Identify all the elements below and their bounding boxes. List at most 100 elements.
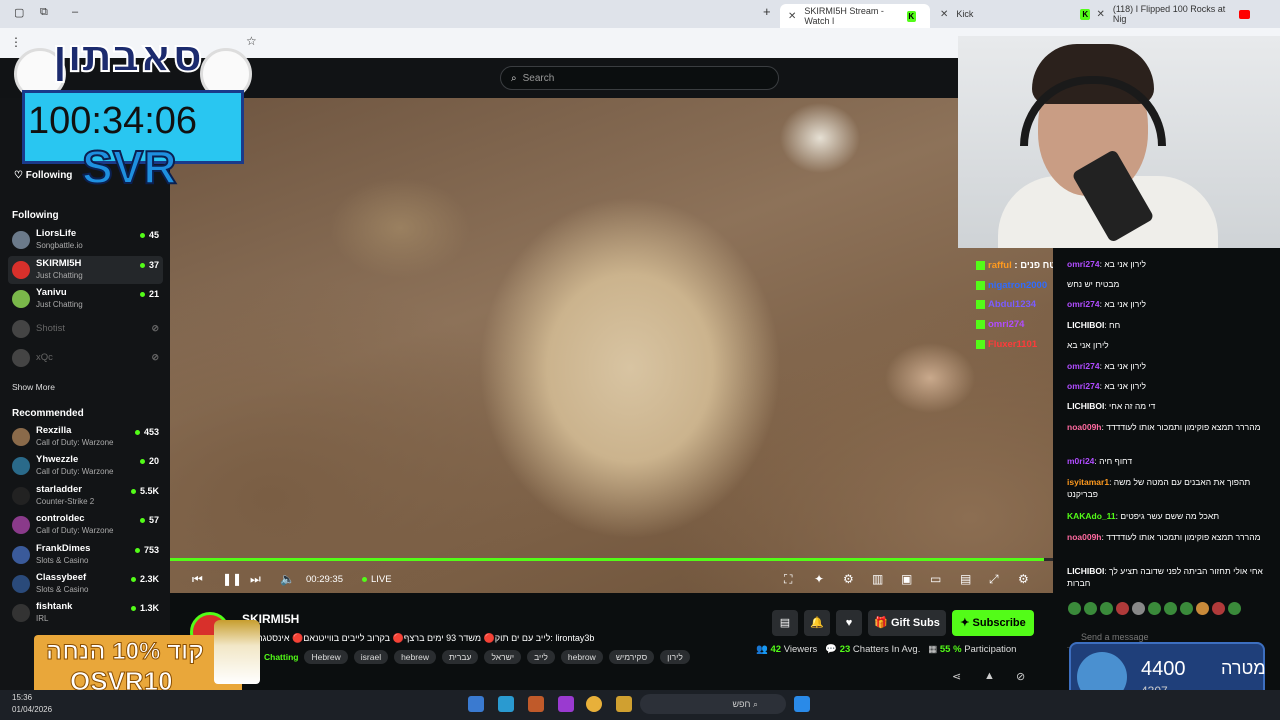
chat-username[interactable]: isyitamar1 xyxy=(1067,477,1109,487)
tag[interactable]: סקירמיש xyxy=(608,650,655,664)
sidebar-item-fishtank[interactable]: fishtank IRL 1.3K xyxy=(8,599,163,627)
kick-tab-icon: K xyxy=(1080,8,1091,20)
tag[interactable]: ישראל xyxy=(484,650,522,664)
miniplayer-icon[interactable]: ▤ xyxy=(960,572,971,586)
pip-icon[interactable]: ▣ xyxy=(901,572,912,586)
tag[interactable]: Hebrew xyxy=(304,650,348,664)
chat-username[interactable]: KAKAdo_11 xyxy=(1067,511,1116,521)
fullscreen-icon[interactable]: ⤢ xyxy=(989,572,999,587)
sidebar-item-yhwezzle[interactable]: Yhwezzle Call of Duty: Warzone 20 xyxy=(8,452,163,480)
tag[interactable]: עברית xyxy=(441,650,479,664)
chat-message: noa009h: מהררר תמצא פוקימון ותמכור אותו … xyxy=(1067,422,1261,432)
chat-username[interactable]: omri274 xyxy=(1067,299,1100,309)
forward-icon[interactable]: ⏭ xyxy=(250,572,261,587)
sidebar-item-controldec[interactable]: controldec Call of Duty: Warzone 57 xyxy=(8,511,163,539)
close-tab-icon[interactable]: ✕ xyxy=(940,9,948,20)
following-nav[interactable]: ♡ Following xyxy=(14,170,72,181)
minimize-icon[interactable]: – xyxy=(72,6,78,18)
window-icon[interactable]: ▢ xyxy=(14,6,24,19)
star-icon: ✦ xyxy=(960,617,973,629)
viewer-count: 2.3K xyxy=(131,574,159,584)
mute-icon[interactable]: ⊘ xyxy=(1016,670,1025,683)
follow-button[interactable]: ♥ xyxy=(836,610,862,636)
gift-subs-button[interactable]: 🎁 Gift Subs xyxy=(868,610,946,636)
chat-username[interactable]: noa009h xyxy=(1067,532,1102,542)
following-label: Following xyxy=(25,170,73,181)
sidebar-item-yanivu[interactable]: Yanivu Just Chatting 21 xyxy=(8,285,163,313)
folder-icon[interactable] xyxy=(616,696,632,712)
avatar xyxy=(12,320,30,338)
avatar xyxy=(12,575,30,593)
tag[interactable]: hebrew xyxy=(394,650,436,664)
sidebar-item-frankdimes[interactable]: FrankDimes Slots & Casino 753 xyxy=(8,541,163,569)
close-tab-icon[interactable]: ✕ xyxy=(1096,9,1104,20)
sidebar-item-starladder[interactable]: starladder Counter-Strike 2 5.5K xyxy=(8,482,163,510)
chrome-icon[interactable] xyxy=(586,696,602,712)
notes-icon: ▤ xyxy=(779,617,791,629)
show-more-link[interactable]: Show More xyxy=(12,382,55,392)
tag[interactable]: לייב xyxy=(527,650,555,664)
chat-username[interactable]: noa009h xyxy=(1067,422,1102,432)
avatar xyxy=(12,457,30,475)
rewind-icon[interactable]: ⏮ xyxy=(192,572,203,587)
tab-label: SKIRMI5H Stream - Watch l xyxy=(804,6,884,26)
chat-username[interactable]: omri274 xyxy=(1067,381,1100,391)
tab-youtube[interactable]: K ✕ (118) I Flipped 100 Rocks at Nig xyxy=(1080,4,1250,24)
channel-category: Just Chatting xyxy=(36,300,83,309)
sidebar-item-skirmi5h[interactable]: SKIRMI5H Just Chatting 37 xyxy=(8,256,163,284)
search-input[interactable]: ⌕ Search xyxy=(500,66,779,90)
sidebar-item-shotist[interactable]: Shotist ⊘ xyxy=(8,315,163,343)
chat-username[interactable]: omri274 xyxy=(1067,361,1100,371)
viewer-count: 453 xyxy=(135,427,159,437)
sidebar-item-rexzilla[interactable]: Rexzilla Call of Duty: Warzone 453 xyxy=(8,423,163,451)
bell-icon: 🔔 xyxy=(810,617,824,629)
app-icon[interactable] xyxy=(528,696,544,712)
chat-username[interactable]: LICHIBOI xyxy=(1067,566,1104,576)
menu-dots-icon[interactable]: ⋮ xyxy=(10,35,22,49)
close-tab-icon[interactable]: ✕ xyxy=(788,11,796,22)
video-progress-bar[interactable] xyxy=(170,558,1053,561)
offline-icon: ⊘ xyxy=(151,323,159,333)
chat-username[interactable]: m0ri24 xyxy=(1067,456,1094,466)
report-icon[interactable]: ▲ xyxy=(984,670,995,682)
share-icon[interactable]: ⋖ xyxy=(952,670,961,683)
clip-icon[interactable]: ⛶ xyxy=(784,572,792,587)
notify-button[interactable]: 🔔 xyxy=(804,610,830,636)
sidebar-item-xqc[interactable]: xQc ⊘ xyxy=(8,344,163,372)
new-tab-icon[interactable]: + xyxy=(763,4,771,19)
sidebar-item-liorslife[interactable]: LiorsLife Songbattle.io 45 xyxy=(8,226,163,254)
notes-button[interactable]: ▤ xyxy=(772,610,798,636)
chat-message: LICHIBOI: די מה זה אחי xyxy=(1067,401,1156,411)
settings-gear-icon[interactable]: ⚙ xyxy=(843,572,854,586)
search-placeholder: Search xyxy=(522,72,555,84)
channel-name: Yanivu xyxy=(36,287,67,298)
gear-icon[interactable]: ⚙ xyxy=(1018,572,1029,586)
video-player[interactable] xyxy=(170,98,1053,593)
category-link[interactable]: Chatting xyxy=(264,650,298,664)
emote-bar[interactable] xyxy=(1068,602,1268,616)
app-icon[interactable] xyxy=(498,696,514,712)
stats-icon[interactable]: ▥ xyxy=(872,572,883,586)
tag[interactable]: לירון xyxy=(660,650,690,664)
tag[interactable]: israel xyxy=(353,650,389,664)
taskbar-search[interactable]: חפש ⌕ xyxy=(640,694,786,714)
restore-icon[interactable]: ⧉ xyxy=(40,6,48,19)
tab-kick[interactable]: ✕ Kick xyxy=(940,4,1070,24)
windows-start-icon[interactable] xyxy=(794,696,810,712)
pause-icon[interactable]: ❚❚ xyxy=(222,572,242,586)
theater-icon[interactable]: ▭ xyxy=(930,572,941,586)
search-icon: ⌕ xyxy=(752,699,758,709)
app-icon[interactable] xyxy=(558,696,574,712)
sidebar-item-classybeef[interactable]: Classybeef Slots & Casino 2.3K xyxy=(8,570,163,598)
star-icon[interactable]: ☆ xyxy=(246,34,257,48)
tag[interactable]: hebrow xyxy=(560,650,603,664)
subscribe-button[interactable]: ✦ Subscribe xyxy=(952,610,1034,636)
viewer-count: 57 xyxy=(140,515,159,525)
chat-username[interactable]: LICHIBOI xyxy=(1067,320,1104,330)
tab-skirmi5h[interactable]: ✕ SKIRMI5H Stream - Watch l K xyxy=(780,4,930,28)
chat-username[interactable]: LICHIBOI xyxy=(1067,401,1104,411)
sparkle-icon[interactable]: ✦ xyxy=(814,572,824,586)
volume-icon[interactable]: 🔈 xyxy=(280,572,295,586)
steam-icon[interactable] xyxy=(468,696,484,712)
chat-username[interactable]: omri274 xyxy=(1067,259,1100,269)
